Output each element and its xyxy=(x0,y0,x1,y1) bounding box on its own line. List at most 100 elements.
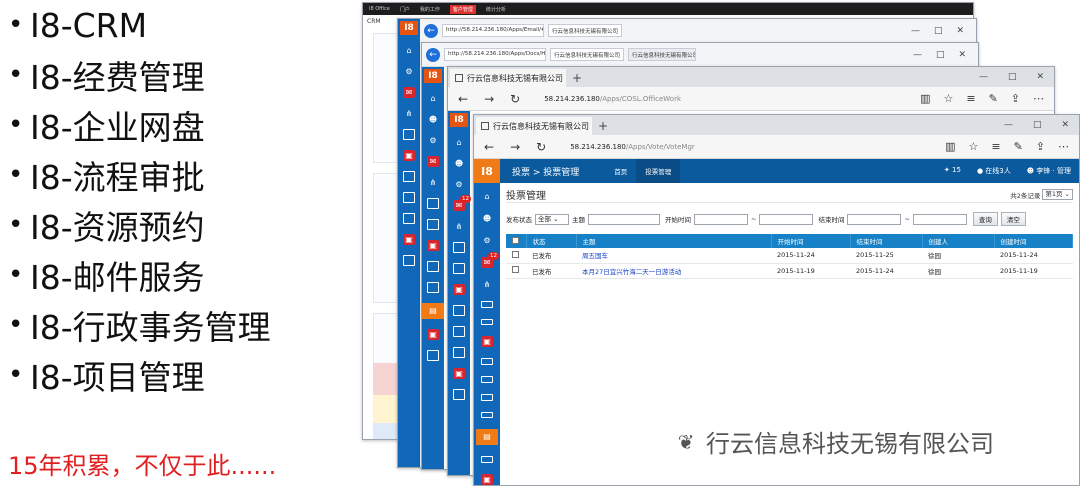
start-date-from-input[interactable] xyxy=(694,213,748,225)
hub-icon[interactable]: ≡ xyxy=(966,92,975,105)
back-icon[interactable]: ← xyxy=(458,92,468,106)
mail-icon[interactable]: ✉ xyxy=(427,156,439,167)
gear-icon[interactable]: ⚙ xyxy=(481,235,493,246)
subject-link[interactable]: 本月27日宜兴竹海二天一日游活动 xyxy=(576,263,771,279)
status-select[interactable]: 全部 ⌄ xyxy=(535,213,569,225)
briefcase-icon[interactable]: ▣ xyxy=(427,240,439,251)
gear-icon[interactable]: ⚙ xyxy=(427,135,439,146)
home-icon[interactable]: ⌂ xyxy=(481,191,493,202)
subject-input[interactable] xyxy=(588,213,660,225)
minimize-button[interactable]: — xyxy=(913,50,922,60)
back-icon[interactable]: ← xyxy=(424,23,438,38)
forward-icon[interactable]: → xyxy=(510,140,520,154)
note-icon[interactable]: ✎ xyxy=(989,92,998,105)
share-icon[interactable]: ⇪ xyxy=(1036,140,1045,153)
document-icon[interactable] xyxy=(481,318,493,326)
forward-icon[interactable]: → xyxy=(484,92,494,106)
folder-icon[interactable]: ▤ xyxy=(422,303,444,319)
home-icon[interactable]: ⌂ xyxy=(453,137,465,148)
calendar-icon[interactable] xyxy=(453,242,465,253)
document-icon[interactable] xyxy=(453,263,465,274)
briefcase-icon[interactable]: ▣ xyxy=(403,150,415,161)
gear-icon[interactable]: ⚙ xyxy=(403,66,415,77)
mail-icon[interactable]: ✉ 12 xyxy=(481,252,499,268)
share-icon[interactable]: ⋔ xyxy=(453,221,465,232)
table-row[interactable]: 已发布 本月27日宜兴竹海二天一日游活动 2015-11-19 2015-11-… xyxy=(506,263,1073,279)
end-date-from-input[interactable] xyxy=(847,213,902,225)
window-icon[interactable] xyxy=(403,255,415,266)
calendar-icon[interactable] xyxy=(427,198,439,209)
end-date-to-input[interactable] xyxy=(912,213,967,225)
hub-icon[interactable]: ≡ xyxy=(991,140,1000,153)
close-button[interactable]: ✕ xyxy=(958,50,966,60)
report-icon[interactable] xyxy=(481,376,493,383)
docs-tab-second[interactable]: 行云信息科技无锡有限公司 xyxy=(628,48,697,61)
report-icon[interactable] xyxy=(403,213,415,224)
home-icon[interactable]: ⌂ xyxy=(403,45,415,56)
crm-nav-item[interactable]: 我的工作 xyxy=(420,6,440,13)
share-icon[interactable]: ⋔ xyxy=(481,279,493,290)
crm-nav-item-active[interactable]: 客户管理 xyxy=(449,4,476,14)
email-tab[interactable]: 行云信息科技无锡有限公司 xyxy=(548,24,623,37)
gear-icon[interactable]: ⚙ xyxy=(453,179,465,190)
report-icon[interactable] xyxy=(427,282,439,293)
column-header[interactable]: 结束时间 xyxy=(850,234,923,248)
share-icon[interactable]: ⋔ xyxy=(427,177,439,188)
column-header[interactable]: 状态 xyxy=(526,234,577,248)
column-header[interactable]: 主题 xyxy=(576,234,772,248)
app-logo[interactable]: I8 xyxy=(474,159,500,183)
grid-icon[interactable] xyxy=(427,261,439,272)
box-icon[interactable]: ▣ xyxy=(453,368,465,379)
office-tab[interactable]: 行云信息科技无锡有限公司 xyxy=(450,69,566,87)
user-icon[interactable]: ☻ xyxy=(481,213,493,224)
mail-icon[interactable]: ✉ xyxy=(403,87,415,98)
maximize-button[interactable]: □ xyxy=(934,26,943,36)
favorite-star-icon[interactable]: ☆ xyxy=(943,92,953,105)
close-button[interactable]: ✕ xyxy=(1061,120,1069,130)
crm-nav-item[interactable]: 统计分析 xyxy=(486,6,506,13)
new-tab-icon[interactable]: + xyxy=(572,71,582,85)
page-select[interactable]: 第1页 ⌄ xyxy=(1042,189,1073,200)
calendar-icon[interactable] xyxy=(481,301,493,308)
column-header[interactable]: 创建时间 xyxy=(994,234,1073,248)
user-icon[interactable]: ☻ xyxy=(427,114,439,125)
grid-icon[interactable] xyxy=(481,358,493,366)
back-icon[interactable]: ← xyxy=(484,140,494,154)
more-icon[interactable]: ⋯ xyxy=(1033,92,1044,105)
maximize-button[interactable]: □ xyxy=(1008,72,1017,82)
select-all-checkbox[interactable] xyxy=(512,236,519,244)
vote-tab[interactable]: 行云信息科技无锡有限公司 xyxy=(476,117,592,135)
chart-icon[interactable] xyxy=(481,393,493,401)
row-select-cell[interactable] xyxy=(506,248,526,264)
more-icon[interactable]: ⋯ xyxy=(1058,140,1069,153)
document-icon[interactable] xyxy=(427,219,439,230)
refresh-icon[interactable]: ↻ xyxy=(536,140,546,154)
report-icon[interactable] xyxy=(453,326,465,337)
user-icon[interactable]: ☻ xyxy=(453,158,465,169)
column-header[interactable]: 创建人 xyxy=(922,234,995,248)
back-icon[interactable]: ← xyxy=(426,47,440,62)
box-icon[interactable]: ▣ xyxy=(427,329,439,340)
online-indicator[interactable]: ● 在线3人 xyxy=(977,166,1011,176)
window-icon[interactable] xyxy=(427,350,439,361)
minimize-button[interactable]: — xyxy=(911,26,920,36)
select-all-cell[interactable] xyxy=(506,234,527,248)
user-menu[interactable]: ☻ 李锋 · 管理 xyxy=(1027,166,1071,176)
share-icon[interactable]: ⋔ xyxy=(403,108,415,119)
home-icon[interactable]: ⌂ xyxy=(427,93,439,104)
crm-nav-item[interactable]: 门户 xyxy=(400,6,410,13)
new-tab-icon[interactable]: + xyxy=(598,119,608,133)
minimize-button[interactable]: — xyxy=(1004,120,1013,130)
maximize-button[interactable]: □ xyxy=(1033,120,1042,130)
document-icon[interactable] xyxy=(403,192,415,203)
close-button[interactable]: ✕ xyxy=(956,26,964,36)
start-date-to-input[interactable] xyxy=(759,213,814,225)
row-checkbox[interactable] xyxy=(512,266,519,273)
grid-icon[interactable] xyxy=(453,305,465,316)
nav-vote-manage[interactable]: 投票管理 xyxy=(636,159,681,183)
column-header[interactable]: 开始时间 xyxy=(771,234,851,248)
docs-tab[interactable]: 行云信息科技无锡有限公司 xyxy=(550,48,625,61)
document-icon[interactable] xyxy=(481,456,493,464)
query-button[interactable]: 查询 xyxy=(972,212,998,226)
briefcase-icon[interactable]: ▣ xyxy=(481,336,493,348)
